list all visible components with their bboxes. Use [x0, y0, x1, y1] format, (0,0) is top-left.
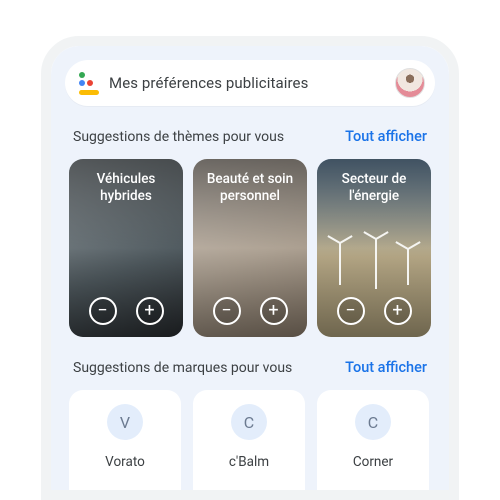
- theme-remove-button[interactable]: −: [213, 297, 241, 325]
- account-avatar[interactable]: [395, 68, 425, 98]
- brands-carousel[interactable]: V Vorato C c'Balm C Corner: [65, 390, 435, 500]
- app-screen: Mes préférences publicitaires Suggestion…: [51, 46, 449, 490]
- brand-initial-badge: C: [231, 404, 267, 440]
- brand-initial-badge: C: [355, 404, 391, 440]
- theme-add-button[interactable]: +: [136, 297, 164, 325]
- plus-icon: +: [268, 302, 278, 320]
- themes-carousel[interactable]: Véhicules hybrides − + Beauté et soin pe…: [65, 159, 435, 337]
- plus-icon: +: [392, 302, 402, 320]
- theme-card[interactable]: Secteur de l'énergie − +: [317, 159, 431, 337]
- theme-remove-button[interactable]: −: [337, 297, 365, 325]
- page-title: Mes préférences publicitaires: [109, 74, 385, 92]
- minus-icon: −: [221, 302, 231, 320]
- brand-name: Corner: [353, 454, 393, 470]
- theme-remove-button[interactable]: −: [89, 297, 117, 325]
- phone-frame: Mes préférences publicitaires Suggestion…: [41, 36, 459, 500]
- brands-section-header: Suggestions de marques pour vous Tout af…: [65, 337, 435, 390]
- themes-show-all-link[interactable]: Tout afficher: [345, 128, 427, 145]
- minus-icon: −: [97, 302, 107, 320]
- brand-card[interactable]: V Vorato: [69, 390, 181, 500]
- brand-initial-badge: V: [107, 404, 143, 440]
- app-logo-icon: [79, 72, 99, 95]
- brand-card[interactable]: C c'Balm: [193, 390, 305, 500]
- themes-section-header: Suggestions de thèmes pour vous Tout aff…: [65, 106, 435, 159]
- theme-card[interactable]: Véhicules hybrides − +: [69, 159, 183, 337]
- themes-section-label: Suggestions de thèmes pour vous: [73, 129, 284, 145]
- minus-icon: −: [345, 302, 355, 320]
- theme-add-button[interactable]: +: [384, 297, 412, 325]
- theme-card-title: Secteur de l'énergie: [327, 171, 421, 205]
- theme-card-title: Véhicules hybrides: [79, 171, 173, 205]
- theme-card[interactable]: Beauté et soin personnel − +: [193, 159, 307, 337]
- theme-card-title: Beauté et soin personnel: [203, 171, 297, 205]
- brand-name: Vorato: [105, 454, 145, 470]
- app-header: Mes préférences publicitaires: [65, 60, 435, 106]
- plus-icon: +: [144, 302, 154, 320]
- brand-card[interactable]: C Corner: [317, 390, 429, 500]
- theme-add-button[interactable]: +: [260, 297, 288, 325]
- brands-show-all-link[interactable]: Tout afficher: [345, 359, 427, 376]
- brand-name: c'Balm: [229, 454, 269, 470]
- brands-section-label: Suggestions de marques pour vous: [73, 360, 292, 376]
